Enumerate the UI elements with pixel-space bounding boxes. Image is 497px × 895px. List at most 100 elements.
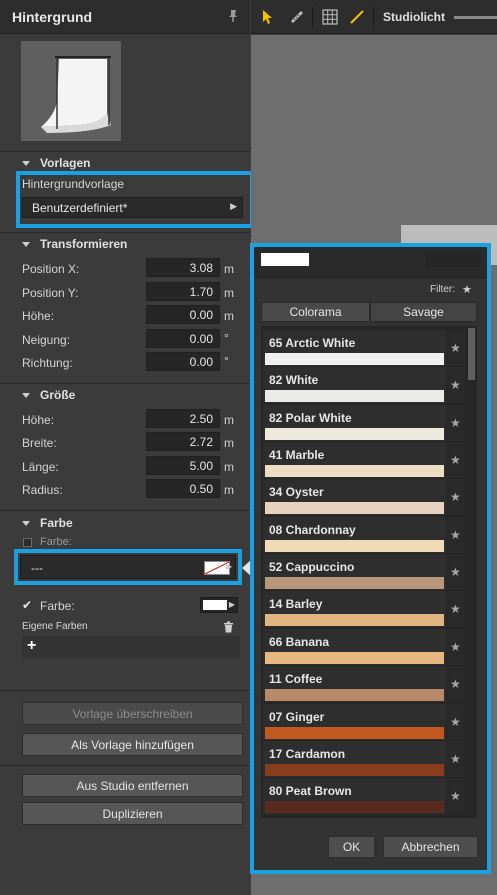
breite-input[interactable]: 2.72 bbox=[146, 432, 220, 451]
divider bbox=[0, 510, 250, 511]
swatch-color-bar bbox=[265, 764, 444, 776]
laenge-input[interactable]: 5.00 bbox=[146, 456, 220, 475]
color-picker-button[interactable]: ▶ bbox=[200, 597, 238, 613]
add-color-icon[interactable]: + bbox=[27, 637, 36, 655]
section-vorlagen[interactable]: Vorlagen bbox=[22, 156, 90, 170]
richtung-input[interactable]: 0.00 bbox=[146, 352, 220, 371]
swatch-item[interactable]: 14 Barley bbox=[263, 591, 446, 627]
overwrite-template-button[interactable]: Vorlage überschreiben bbox=[22, 702, 243, 725]
swatch-item[interactable]: 82 Polar White bbox=[263, 405, 446, 441]
template-dropdown-value: Benutzerdefiniert* bbox=[32, 201, 128, 215]
duplicate-button[interactable]: Duplizieren bbox=[22, 802, 243, 825]
swatch-item[interactable]: 52 Cappuccino bbox=[263, 554, 446, 590]
line-tool-icon[interactable] bbox=[349, 9, 365, 25]
swatch-name: 52 Cappuccino bbox=[269, 560, 355, 574]
add-as-template-button[interactable]: Als Vorlage hinzufügen bbox=[22, 733, 243, 756]
neigung-input[interactable]: 0.00 bbox=[146, 329, 220, 348]
favorite-star-button[interactable]: ★ bbox=[446, 666, 465, 702]
chevron-right-icon: ▶ bbox=[225, 562, 232, 571]
swatch-name: 08 Chardonnay bbox=[269, 523, 356, 537]
radius-input[interactable]: 0.50 bbox=[146, 479, 220, 498]
remove-from-studio-button[interactable]: Aus Studio entfernen bbox=[22, 774, 243, 797]
swatch-name: 80 Peat Brown bbox=[269, 784, 352, 798]
farbe-checkbox[interactable] bbox=[23, 538, 32, 547]
swatch-item[interactable]: 41 Marble bbox=[263, 442, 446, 478]
swatch-item[interactable]: 07 Ginger bbox=[263, 704, 446, 740]
swatch-item[interactable]: 66 Banana bbox=[263, 629, 446, 665]
breite-label: Breite: bbox=[22, 436, 57, 450]
swatch-item[interactable]: 08 Chardonnay bbox=[263, 517, 446, 553]
hoehe-input[interactable]: 0.00 bbox=[146, 305, 220, 324]
checkmark-icon[interactable]: ✔ bbox=[22, 598, 32, 612]
studiolicht-slider[interactable] bbox=[454, 16, 497, 19]
unit-label: m bbox=[224, 262, 234, 276]
position-x-label: Position X: bbox=[22, 262, 80, 276]
swatch-name: 11 Coffee bbox=[269, 672, 323, 686]
swatch-name: 66 Banana bbox=[269, 635, 330, 649]
ok-button[interactable]: OK bbox=[328, 836, 375, 858]
swatch-color-bar bbox=[265, 502, 444, 514]
swatch-name: 34 Oyster bbox=[269, 485, 324, 499]
star-icon: ★ bbox=[450, 341, 461, 355]
favorite-star-button[interactable]: ★ bbox=[446, 741, 465, 777]
favorite-star-button[interactable]: ★ bbox=[446, 442, 465, 478]
favorite-star-button[interactable]: ★ bbox=[446, 517, 465, 553]
tab-colorama[interactable]: Colorama bbox=[261, 302, 370, 322]
unit-label: m bbox=[224, 460, 234, 474]
divider bbox=[0, 765, 250, 766]
neigung-label: Neigung: bbox=[22, 333, 71, 347]
template-dropdown[interactable]: Benutzerdefiniert* ▶ bbox=[22, 197, 243, 218]
favorite-star-button[interactable]: ★ bbox=[446, 778, 465, 814]
tab-savage[interactable]: Savage bbox=[370, 302, 477, 322]
swatch-item[interactable]: 80 Peat Brown bbox=[263, 778, 446, 814]
star-icon: ★ bbox=[450, 715, 461, 729]
swatch-item[interactable]: 11 Coffee bbox=[263, 666, 446, 702]
position-x-input[interactable]: 3.08 bbox=[146, 258, 220, 277]
toolbar-separator bbox=[312, 7, 313, 27]
divider bbox=[0, 383, 250, 384]
divider bbox=[0, 232, 250, 233]
section-farbe[interactable]: Farbe bbox=[22, 516, 73, 530]
favorite-star-button[interactable]: ★ bbox=[446, 405, 465, 441]
swatch-color-bar bbox=[265, 577, 444, 589]
unit-label: m bbox=[224, 483, 234, 497]
favorite-star-button[interactable]: ★ bbox=[446, 554, 465, 590]
farbe-checkbox-label: Farbe: bbox=[40, 536, 72, 548]
color-dropdown-value: --- bbox=[31, 561, 43, 575]
list-scrollbar[interactable] bbox=[468, 328, 475, 380]
trash-icon[interactable] bbox=[223, 621, 234, 633]
favorite-star-button[interactable]: ★ bbox=[446, 479, 465, 515]
favorite-star-button[interactable]: ★ bbox=[446, 704, 465, 740]
swatch-name: 82 White bbox=[269, 373, 319, 387]
cursor-icon[interactable] bbox=[262, 9, 274, 25]
swatch-color-bar bbox=[265, 465, 444, 477]
filter-label: Filter: bbox=[430, 284, 455, 295]
swatch-item[interactable]: 17 Cardamon bbox=[263, 741, 446, 777]
favorite-star-button[interactable]: ★ bbox=[446, 591, 465, 627]
size-hoehe-input[interactable]: 2.50 bbox=[146, 409, 220, 428]
favorite-star-button[interactable]: ★ bbox=[446, 330, 465, 366]
cancel-button[interactable]: Abbrechen bbox=[383, 836, 478, 858]
star-icon: ★ bbox=[450, 528, 461, 542]
section-groesse[interactable]: Größe bbox=[22, 388, 75, 402]
position-y-input[interactable]: 1.70 bbox=[146, 282, 220, 301]
swatch-item[interactable]: 34 Oyster bbox=[263, 479, 446, 515]
filter-star-icon[interactable]: ★ bbox=[462, 283, 472, 296]
section-transformieren[interactable]: Transformieren bbox=[22, 237, 127, 251]
section-farbe-label: Farbe bbox=[40, 516, 73, 530]
favorite-star-button[interactable]: ★ bbox=[446, 367, 465, 403]
background-thumbnail bbox=[21, 41, 121, 141]
swatch-item[interactable]: 65 Arctic White bbox=[263, 330, 446, 366]
ruler-icon[interactable] bbox=[289, 9, 305, 25]
pin-icon[interactable] bbox=[226, 9, 240, 23]
template-label: Hintergrundvorlage bbox=[22, 177, 125, 191]
swatch-name: 14 Barley bbox=[269, 597, 323, 611]
grid-icon[interactable] bbox=[322, 9, 338, 25]
collapse-triangle-icon bbox=[22, 242, 30, 248]
favorite-star-button[interactable]: ★ bbox=[446, 629, 465, 665]
swatch-item[interactable]: 82 White bbox=[263, 367, 446, 403]
position-y-label: Position Y: bbox=[22, 286, 79, 300]
star-icon: ★ bbox=[450, 752, 461, 766]
swatch-color-bar bbox=[265, 390, 444, 402]
color-dropdown[interactable]: --- ▶ bbox=[20, 555, 236, 579]
